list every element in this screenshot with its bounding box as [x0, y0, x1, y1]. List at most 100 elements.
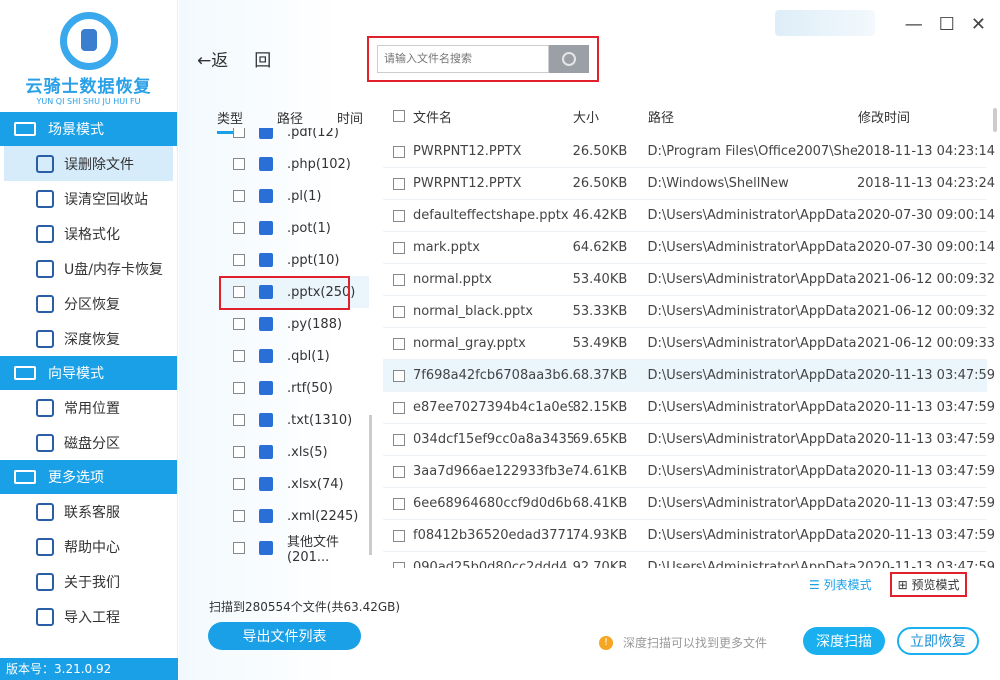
checkbox[interactable]: [233, 478, 245, 490]
checkbox[interactable]: [233, 318, 245, 330]
sidebar-item[interactable]: 误格式化: [0, 216, 177, 251]
recover-button[interactable]: 立即恢复: [897, 627, 979, 655]
section-header: 向导模式: [0, 356, 177, 390]
list-mode-button[interactable]: ☰ 列表模式: [809, 576, 872, 593]
file-type-icon: [259, 128, 273, 139]
file-type-icon: [259, 509, 273, 523]
table-row[interactable]: normal_black.pptx 53.33KB D:\Users\Admin…: [383, 296, 995, 328]
sidebar-item[interactable]: 联系客服: [0, 494, 177, 529]
scan-info: 扫描到280554个文件(共63.42GB): [209, 600, 401, 614]
table-row[interactable]: PWRPNT12.PPTX 26.50KB D:\Windows\ShellNe…: [383, 168, 995, 200]
checkbox[interactable]: [233, 222, 245, 234]
app-name: 云骑士数据恢复: [25, 77, 152, 97]
preview-mode-button[interactable]: ⊞ 预览模式: [889, 572, 968, 597]
sidebar-item[interactable]: 深度恢复: [0, 321, 177, 356]
type-item[interactable]: .xls(5): [219, 436, 369, 468]
app-pinyin: YUN QI SHI SHU JU HUI FU: [36, 97, 141, 106]
deep-scan-button[interactable]: 深度扫描: [803, 627, 885, 655]
sidebar-item[interactable]: 误删除文件: [4, 146, 173, 181]
file-type-icon: [259, 381, 273, 395]
checkbox[interactable]: [233, 446, 245, 458]
row-checkbox[interactable]: [393, 337, 405, 350]
table-row[interactable]: normal.pptx 53.40KB D:\Users\Administrat…: [383, 264, 995, 296]
sidebar-item[interactable]: 关于我们: [0, 564, 177, 599]
table-row[interactable]: 6ee68964680ccf9d0d6b... 68.41KB D:\Users…: [383, 488, 995, 520]
maximize-button[interactable]: ☐: [939, 14, 955, 35]
row-checkbox[interactable]: [393, 209, 405, 222]
row-checkbox[interactable]: [393, 465, 405, 478]
checkbox[interactable]: [233, 414, 245, 426]
row-checkbox[interactable]: [393, 497, 405, 510]
table-row[interactable]: defaulteffectshape.pptx 46.42KB D:\Users…: [383, 200, 995, 232]
deep-scan-tip: ! 深度扫描可以找到更多文件: [599, 634, 767, 651]
row-checkbox[interactable]: [393, 433, 405, 446]
col-modified[interactable]: 修改时间: [858, 107, 988, 126]
checkbox[interactable]: [233, 128, 245, 138]
type-item[interactable]: .pl(1): [219, 180, 369, 212]
section-header: 场景模式: [0, 112, 177, 146]
type-item[interactable]: .py(188): [219, 308, 369, 340]
table-row[interactable]: 7f698a42fcb6708aa3b6... 68.37KB D:\Users…: [383, 360, 995, 392]
row-checkbox[interactable]: [393, 561, 405, 568]
file-type-icon: [259, 253, 273, 267]
file-list: PWRPNT12.PPTX 26.50KB D:\Program Files\O…: [383, 136, 999, 568]
table-row[interactable]: normal_gray.pptx 53.49KB D:\Users\Admini…: [383, 328, 995, 360]
sidebar-item[interactable]: 磁盘分区: [0, 425, 177, 460]
checkbox[interactable]: [233, 254, 245, 266]
table-row[interactable]: f08412b36520edad3771... 74.93KB D:\Users…: [383, 520, 995, 552]
type-item[interactable]: .txt(1310): [219, 404, 369, 436]
type-item[interactable]: .php(102): [219, 148, 369, 180]
sidebar-item[interactable]: 分区恢复: [0, 286, 177, 321]
sidebar-item[interactable]: 常用位置: [0, 390, 177, 425]
type-item[interactable]: .qbl(1): [219, 340, 369, 372]
table-row[interactable]: 090ad25b0d80cc2ddd4... 92.70KB D:\Users\…: [383, 552, 995, 568]
checkbox[interactable]: [233, 158, 245, 170]
type-item[interactable]: .rtf(50): [219, 372, 369, 404]
col-path[interactable]: 路径: [648, 107, 858, 126]
row-checkbox[interactable]: [393, 529, 405, 542]
checkbox[interactable]: [233, 350, 245, 362]
row-checkbox[interactable]: [393, 145, 405, 158]
sidebar-item[interactable]: 误清空回收站: [0, 181, 177, 216]
row-checkbox[interactable]: [393, 241, 405, 254]
row-checkbox[interactable]: [393, 273, 405, 286]
table-row[interactable]: PWRPNT12.PPTX 26.50KB D:\Program Files\O…: [383, 136, 995, 168]
item-icon: [36, 224, 54, 243]
type-item[interactable]: .ppt(10): [219, 244, 369, 276]
checkbox[interactable]: [233, 190, 245, 202]
back-button[interactable]: ←返回: [197, 46, 271, 71]
row-checkbox[interactable]: [393, 401, 405, 414]
checkbox[interactable]: [233, 382, 245, 394]
export-list-button[interactable]: 导出文件列表: [208, 622, 361, 650]
row-checkbox[interactable]: [393, 369, 405, 382]
checkbox[interactable]: [233, 510, 245, 522]
table-row[interactable]: mark.pptx 64.62KB D:\Users\Administrator…: [383, 232, 995, 264]
arrow-left-icon: ←返: [197, 51, 229, 71]
sidebar: 云骑士数据恢复 YUN QI SHI SHU JU HUI FU 场景模式 误删除…: [0, 0, 178, 680]
search-input[interactable]: [377, 45, 549, 73]
item-icon: [36, 572, 54, 591]
version-label: 版本号：3.21.0.92: [0, 658, 178, 680]
sidebar-item[interactable]: U盘/内存卡恢复: [0, 251, 177, 286]
type-list-scrollbar[interactable]: [369, 415, 372, 555]
sidebar-item[interactable]: 帮助中心: [0, 529, 177, 564]
search-button[interactable]: [549, 45, 589, 73]
select-all-checkbox[interactable]: [393, 110, 405, 122]
type-item[interactable]: .pot(1): [219, 212, 369, 244]
col-size[interactable]: 大小: [573, 107, 648, 126]
file-list-scrollbar[interactable]: [993, 108, 997, 132]
close-button[interactable]: ✕: [971, 14, 986, 35]
sidebar-item[interactable]: 导入工程: [0, 599, 177, 634]
col-name[interactable]: 文件名: [413, 107, 452, 126]
row-checkbox[interactable]: [393, 177, 405, 190]
checkbox[interactable]: [233, 542, 245, 554]
minimize-button[interactable]: —: [905, 14, 923, 35]
type-item[interactable]: 其他文件(201...: [219, 532, 369, 565]
table-row[interactable]: 3aa7d966ae122933fb3e... 74.61KB D:\Users…: [383, 456, 995, 488]
table-row[interactable]: 034dcf15ef9cc0a8a3435... 69.65KB D:\User…: [383, 424, 995, 456]
table-row[interactable]: e87ee7027394b4c1a0e9... 82.15KB D:\Users…: [383, 392, 995, 424]
type-item[interactable]: .pdf(12): [219, 128, 369, 148]
row-checkbox[interactable]: [393, 305, 405, 318]
type-item[interactable]: .xlsx(74): [219, 468, 369, 500]
type-item[interactable]: .xml(2245): [219, 500, 369, 532]
